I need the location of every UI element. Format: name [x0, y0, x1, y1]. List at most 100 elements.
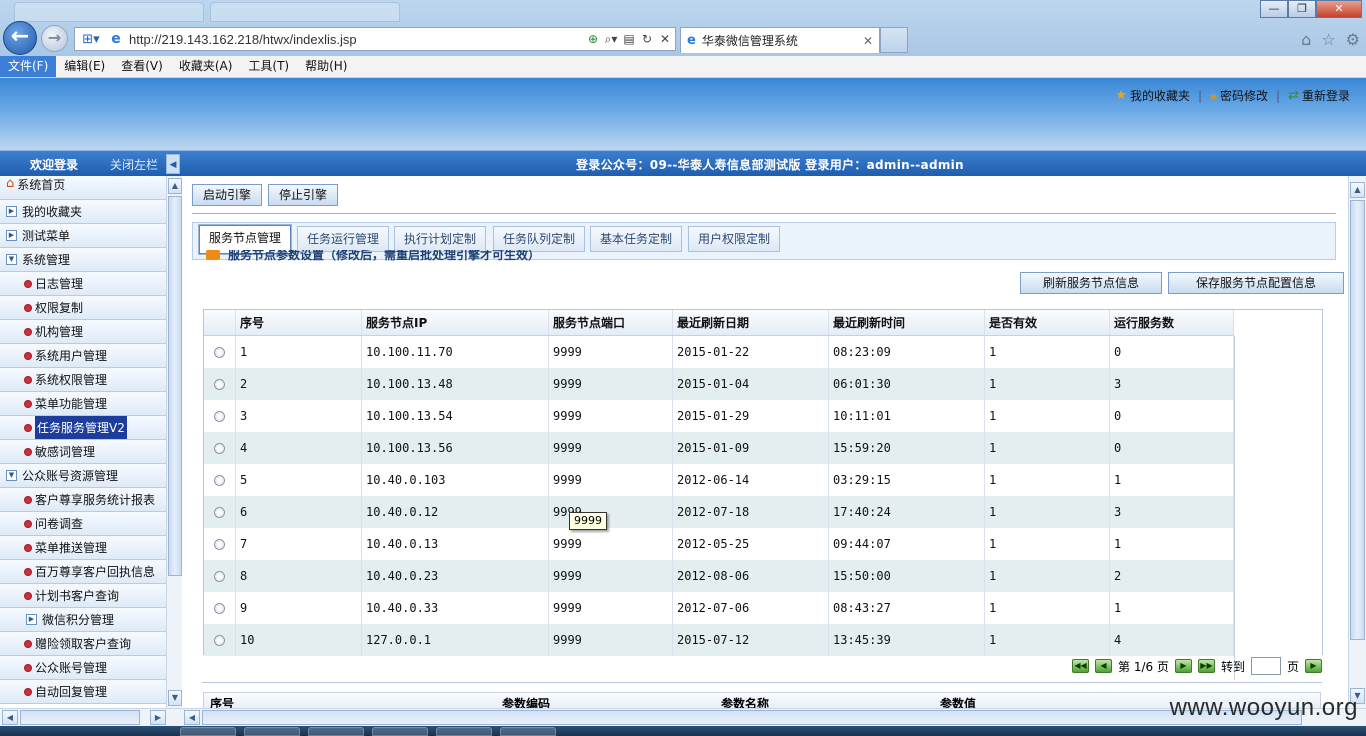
url-text[interactable]: http://219.143.162.218/htwx/indexlis.jsp: [125, 32, 585, 47]
grid-header-service-count[interactable]: 运行服务数: [1110, 310, 1234, 335]
table-row[interactable]: 10 127.0.0.1 9999 2015-07-12 13:45:39 1 4: [204, 624, 1234, 656]
scroll-down-icon[interactable]: ▼: [168, 690, 182, 706]
tab-task-queue[interactable]: 任务队列定制: [493, 226, 585, 252]
scroll-up-icon[interactable]: ▲: [168, 178, 182, 194]
sidebar-item-auto-reply[interactable]: 自动回复管理: [0, 680, 166, 704]
table-row[interactable]: 9 10.40.0.33 9999 2012-07-06 08:43:27 1 1: [204, 592, 1234, 624]
sidebar-item-home[interactable]: ⌂ 系统首页: [0, 176, 166, 200]
sidebar-scrollbar[interactable]: ▲ ▼: [166, 176, 182, 708]
sidebar-item-my-favorites[interactable]: ▶ 我的收藏夹: [0, 200, 166, 224]
close-left-panel-link[interactable]: 关闭左栏: [110, 156, 158, 173]
row-radio[interactable]: [214, 634, 225, 646]
tab-close-icon[interactable]: ✕: [863, 34, 873, 48]
menu-tools[interactable]: 工具(T): [240, 56, 297, 77]
collapse-sidebar-button[interactable]: ◀: [166, 154, 180, 174]
row-radio[interactable]: [214, 506, 225, 518]
prev-page-icon[interactable]: ◀: [1095, 659, 1112, 673]
taskbar-item[interactable]: [436, 727, 492, 736]
row-radio[interactable]: [214, 410, 225, 422]
compat-icon[interactable]: ⊕: [585, 32, 601, 46]
scroll-right-icon[interactable]: ▶: [150, 710, 166, 725]
refresh-icon[interactable]: ↻: [639, 32, 655, 46]
back-button[interactable]: ←: [3, 21, 37, 55]
grid-header-time[interactable]: 最近刷新时间: [829, 310, 985, 335]
minimize-button[interactable]: —: [1260, 0, 1288, 18]
grid-header-ip[interactable]: 服务节点IP: [362, 310, 549, 335]
sidebar-item-task-service-v2[interactable]: 任务服务管理V2: [0, 416, 166, 440]
sidebar-item-system-management[interactable]: ▼ 系统管理: [0, 248, 166, 272]
param-header-value[interactable]: 参数值: [940, 695, 976, 708]
sidebar-item-vip-receipts[interactable]: 百万尊享客户回执信息: [0, 560, 166, 584]
scroll-left-icon[interactable]: ◀: [184, 710, 200, 725]
row-radio[interactable]: [214, 570, 225, 582]
go-page-icon[interactable]: ▶: [1304, 659, 1322, 673]
param-header-name[interactable]: 参数名称: [721, 695, 769, 708]
scroll-up-icon[interactable]: ▲: [1350, 182, 1365, 198]
favorites-star-icon[interactable]: ☆: [1321, 30, 1335, 49]
section-toggle-icon[interactable]: [206, 250, 220, 260]
table-row[interactable]: 2 10.100.13.48 9999 2015-01-04 06:01:30 1 3: [204, 368, 1234, 400]
table-row[interactable]: 3 10.100.13.54 9999 2015-01-29 10:11:01 1 0: [204, 400, 1234, 432]
background-tab[interactable]: [14, 2, 204, 22]
sidebar-item-permission-copy[interactable]: 权限复制: [0, 296, 166, 320]
my-favorites-link[interactable]: 我的收藏夹: [1130, 87, 1190, 104]
scroll-thumb[interactable]: [202, 710, 1302, 725]
page-number-input[interactable]: [1250, 657, 1281, 675]
scroll-thumb[interactable]: [1350, 200, 1365, 640]
row-radio[interactable]: [214, 602, 225, 614]
taskbar-item[interactable]: [308, 727, 364, 736]
background-tab[interactable]: [210, 2, 400, 22]
sidebar-item-sensitive-words[interactable]: 敏感词管理: [0, 440, 166, 464]
table-row[interactable]: 4 10.100.13.56 9999 2015-01-09 15:59:20 1 0: [204, 432, 1234, 464]
search-icon[interactable]: ⌕▾: [603, 32, 619, 47]
grid-header-valid[interactable]: 是否有效: [985, 310, 1110, 335]
sidebar-item-public-account-resources[interactable]: ▼ 公众账号资源管理: [0, 464, 166, 488]
sidebar-item-system-users[interactable]: 系统用户管理: [0, 344, 166, 368]
sidebar-item-gift-customer-query[interactable]: 赠险领取客户查询: [0, 632, 166, 656]
taskbar-item[interactable]: [180, 727, 236, 736]
home-icon[interactable]: ⌂: [1301, 30, 1311, 49]
save-node-config-button[interactable]: 保存服务节点配置信息: [1168, 272, 1344, 294]
menu-favorites[interactable]: 收藏夹(A): [171, 56, 241, 77]
scroll-left-icon[interactable]: ◀: [2, 710, 18, 725]
table-row[interactable]: 5 10.40.0.103 9999 2012-06-14 03:29:15 1 1: [204, 464, 1234, 496]
compat-view-icon[interactable]: ▤: [621, 32, 637, 46]
row-radio[interactable]: [214, 474, 225, 486]
tab-execution-plan[interactable]: 执行计划定制: [394, 226, 486, 252]
scroll-thumb[interactable]: [20, 710, 140, 725]
close-window-button[interactable]: ✕: [1316, 0, 1362, 18]
address-bar[interactable]: ⊞▾ e http://219.143.162.218/htwx/indexli…: [74, 27, 676, 51]
menu-view[interactable]: 查看(V): [113, 56, 171, 77]
maximize-button[interactable]: ❐: [1288, 0, 1316, 18]
row-radio[interactable]: [214, 346, 225, 358]
row-radio[interactable]: [214, 442, 225, 454]
sidebar-item-menu-push[interactable]: 菜单推送管理: [0, 536, 166, 560]
tab-task-run[interactable]: 任务运行管理: [297, 226, 389, 252]
forward-button[interactable]: →: [41, 25, 68, 52]
taskbar-item[interactable]: [244, 727, 300, 736]
row-radio[interactable]: [214, 378, 225, 390]
taskbar-item[interactable]: [500, 727, 556, 736]
browser-tab-active[interactable]: e 华泰微信管理系统 ✕: [680, 27, 880, 53]
table-row[interactable]: 7 10.40.0.13 9999 2012-05-25 09:44:07 1 1: [204, 528, 1234, 560]
sidebar-item-questionnaire[interactable]: 问卷调查: [0, 512, 166, 536]
param-header-code[interactable]: 参数编码: [502, 695, 550, 708]
stop-engine-button[interactable]: 停止引擎: [268, 184, 338, 206]
sidebar-item-menu-functions[interactable]: 菜单功能管理: [0, 392, 166, 416]
scroll-thumb[interactable]: [168, 196, 182, 576]
start-engine-button[interactable]: 启动引擎: [192, 184, 262, 206]
tab-basic-task[interactable]: 基本任务定制: [590, 226, 682, 252]
table-row[interactable]: 8 10.40.0.23 9999 2012-08-06 15:50:00 1 2: [204, 560, 1234, 592]
param-header-seq[interactable]: 序号: [210, 695, 234, 708]
last-page-icon[interactable]: ▶▶: [1197, 659, 1215, 673]
settings-gear-icon[interactable]: ⚙: [1346, 30, 1360, 49]
grid-header-seq[interactable]: 序号: [236, 310, 362, 335]
sidebar-item-customer-service-report[interactable]: 客户尊享服务统计报表: [0, 488, 166, 512]
add-favorite-icon[interactable]: ⊞▾: [75, 32, 107, 47]
refresh-node-info-button[interactable]: 刷新服务节点信息: [1020, 272, 1162, 294]
sidebar-item-test-menu[interactable]: ▶ 测试菜单: [0, 224, 166, 248]
sidebar-item-public-account-management[interactable]: 公众账号管理: [0, 656, 166, 680]
sidebar-horizontal-scrollbar[interactable]: ◀ ▶: [0, 708, 182, 726]
row-radio[interactable]: [214, 538, 225, 550]
menu-help[interactable]: 帮助(H): [297, 56, 355, 77]
